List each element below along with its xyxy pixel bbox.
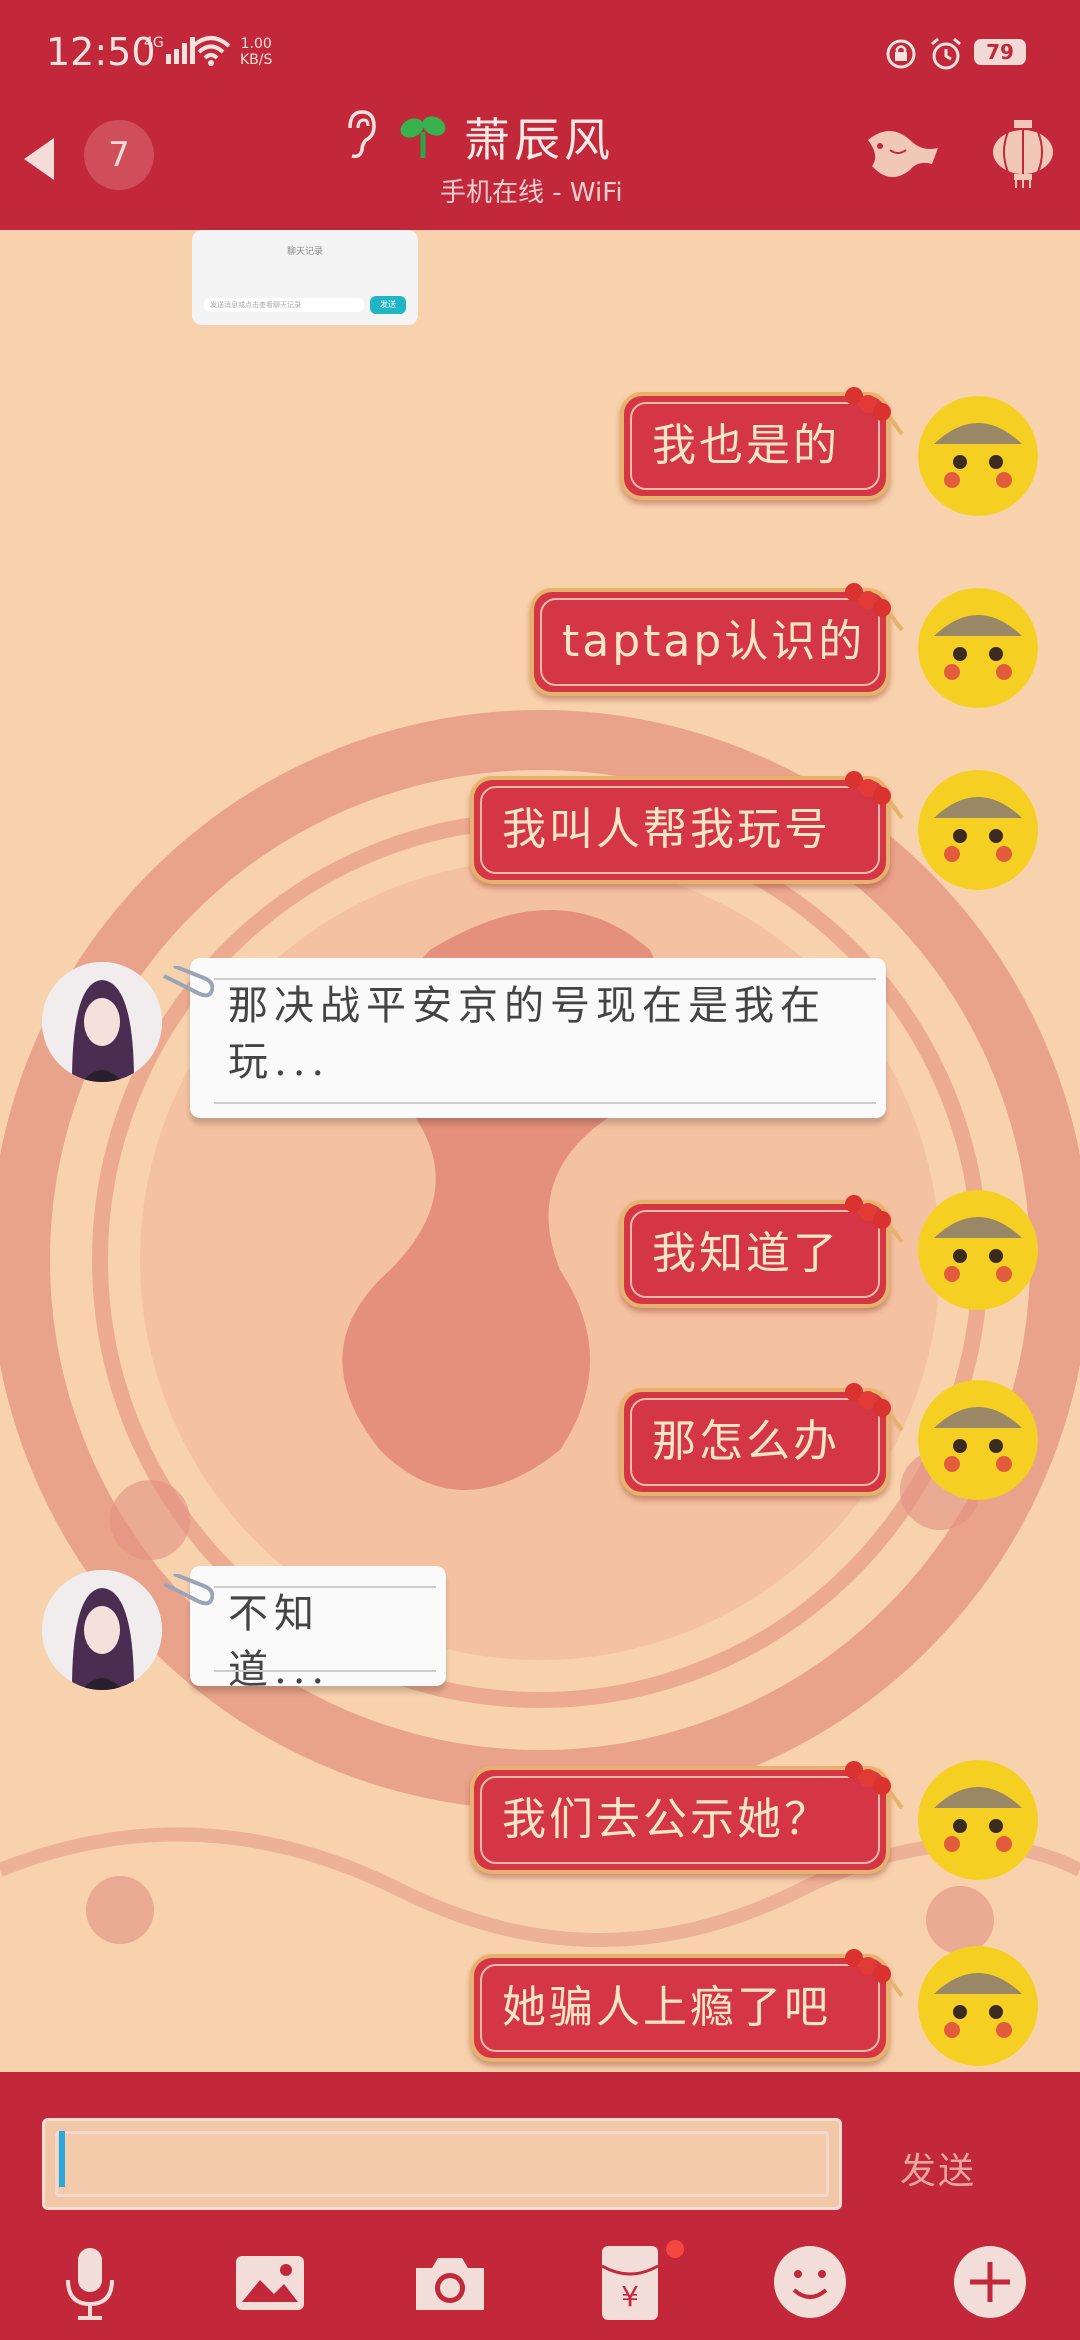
- text-caret: [59, 2131, 65, 2187]
- message-bubble-outgoing[interactable]: 我们去公示她？: [470, 1761, 904, 1874]
- back-arrow-icon[interactable]: [20, 134, 60, 184]
- my-avatar[interactable]: [918, 1760, 1038, 1880]
- firecracker-icon: [845, 583, 904, 632]
- network-type: 4G: [144, 35, 164, 51]
- firecracker-icon: [845, 1949, 904, 1998]
- firecracker-icon: [845, 1195, 904, 1244]
- notification-dot: [666, 2240, 684, 2258]
- firecracker-icon: [845, 387, 904, 436]
- message-text: 我们去公示她？: [502, 1794, 831, 1845]
- image-icon[interactable]: [230, 2242, 310, 2322]
- paper-line: [214, 1586, 436, 1588]
- paper-line: [214, 1102, 876, 1104]
- paperclip-icon: [163, 966, 214, 998]
- my-avatar[interactable]: [918, 770, 1038, 890]
- paper-line: [214, 1670, 436, 1672]
- message-bubble-outgoing[interactable]: 那怎么办: [620, 1383, 904, 1496]
- firecracker-icon: [845, 1383, 904, 1432]
- speed-value: 1.00: [240, 36, 272, 52]
- message-input-bar: 发送 ¥: [0, 2072, 1080, 2340]
- lantern-icon[interactable]: [988, 118, 1058, 188]
- message-text: 不知道...: [228, 1591, 331, 1693]
- unread-badge[interactable]: 7: [84, 120, 154, 190]
- preview-send-button: 发送: [370, 296, 406, 314]
- message-text: 那决战平安京的号现在是我在玩...: [228, 983, 826, 1085]
- red-packet-icon[interactable]: ¥: [590, 2242, 670, 2322]
- firecracker-icon: [845, 1761, 904, 1810]
- sprout-icon: [400, 116, 446, 158]
- paper-line: [214, 978, 876, 980]
- message-bubble-outgoing[interactable]: 她骗人上瘾了吧: [470, 1949, 904, 2062]
- battery-indicator: 79: [974, 39, 1026, 65]
- contact-name[interactable]: 萧辰风: [464, 104, 614, 170]
- message-text: 我叫人帮我玩号: [502, 804, 831, 855]
- my-avatar[interactable]: [918, 396, 1038, 516]
- message-input-frame[interactable]: [42, 2118, 842, 2210]
- microphone-icon[interactable]: [50, 2242, 130, 2322]
- emoji-icon[interactable]: [770, 2242, 850, 2322]
- chat-message-area[interactable]: 聊天记录 发送消息或点击查看聊天记录 发送 我也是的 taptap认识的 我叫人…: [0, 230, 1080, 2072]
- preview-input: 发送消息或点击查看聊天记录: [204, 298, 364, 312]
- message-bubble-outgoing[interactable]: 我叫人帮我玩号: [470, 771, 904, 884]
- message-bubble-incoming[interactable]: 那决战平安京的号现在是我在玩...: [163, 958, 886, 1118]
- message-text: taptap认识的: [562, 616, 866, 667]
- send-button[interactable]: 发送: [900, 2142, 976, 2194]
- message-bubble-outgoing[interactable]: taptap认识的: [530, 583, 904, 696]
- firecracker-icon: [845, 771, 904, 820]
- chat-header: 12:50 4G 1.00 KB/S 79 7 萧辰风 手机在线 - WiFi: [0, 0, 1080, 230]
- my-avatar[interactable]: [918, 1380, 1038, 1500]
- contact-avatar[interactable]: [42, 1570, 162, 1690]
- contact-avatar[interactable]: [42, 962, 162, 1082]
- preview-title: 聊天记录: [286, 247, 323, 257]
- ear-icon: [348, 110, 376, 159]
- chat-history-preview-card[interactable]: 聊天记录 发送消息或点击查看聊天记录 发送: [192, 230, 418, 325]
- camera-icon[interactable]: [410, 2242, 490, 2322]
- status-time: 12:50: [46, 30, 156, 74]
- svg-text:¥: ¥: [621, 2280, 639, 2313]
- message-text: 她骗人上瘾了吧: [502, 1982, 831, 2033]
- message-input[interactable]: [55, 2131, 829, 2197]
- status-bar: 12:50 4G 1.00 KB/S 79: [0, 0, 1080, 110]
- wifi-icon: [191, 36, 231, 66]
- message-bubble-outgoing[interactable]: 我也是的: [620, 387, 904, 500]
- plus-icon[interactable]: [950, 2242, 1030, 2322]
- my-avatar[interactable]: [918, 1190, 1038, 1310]
- speed-unit: KB/S: [240, 52, 273, 68]
- my-avatar[interactable]: [918, 1946, 1038, 2066]
- my-avatar[interactable]: [918, 588, 1038, 708]
- contact-online-status: 手机在线 - WiFi: [440, 178, 623, 208]
- rotation-lock-icon: [886, 39, 916, 69]
- network-speed: 1.00 KB/S: [240, 36, 272, 68]
- alarm-icon: [931, 37, 961, 70]
- message-bubble-outgoing[interactable]: 我知道了: [620, 1195, 904, 1308]
- koi-fish-icon[interactable]: [860, 120, 946, 190]
- paperclip-icon: [163, 1574, 214, 1606]
- message-bubble-incoming[interactable]: 不知道...: [163, 1566, 446, 1693]
